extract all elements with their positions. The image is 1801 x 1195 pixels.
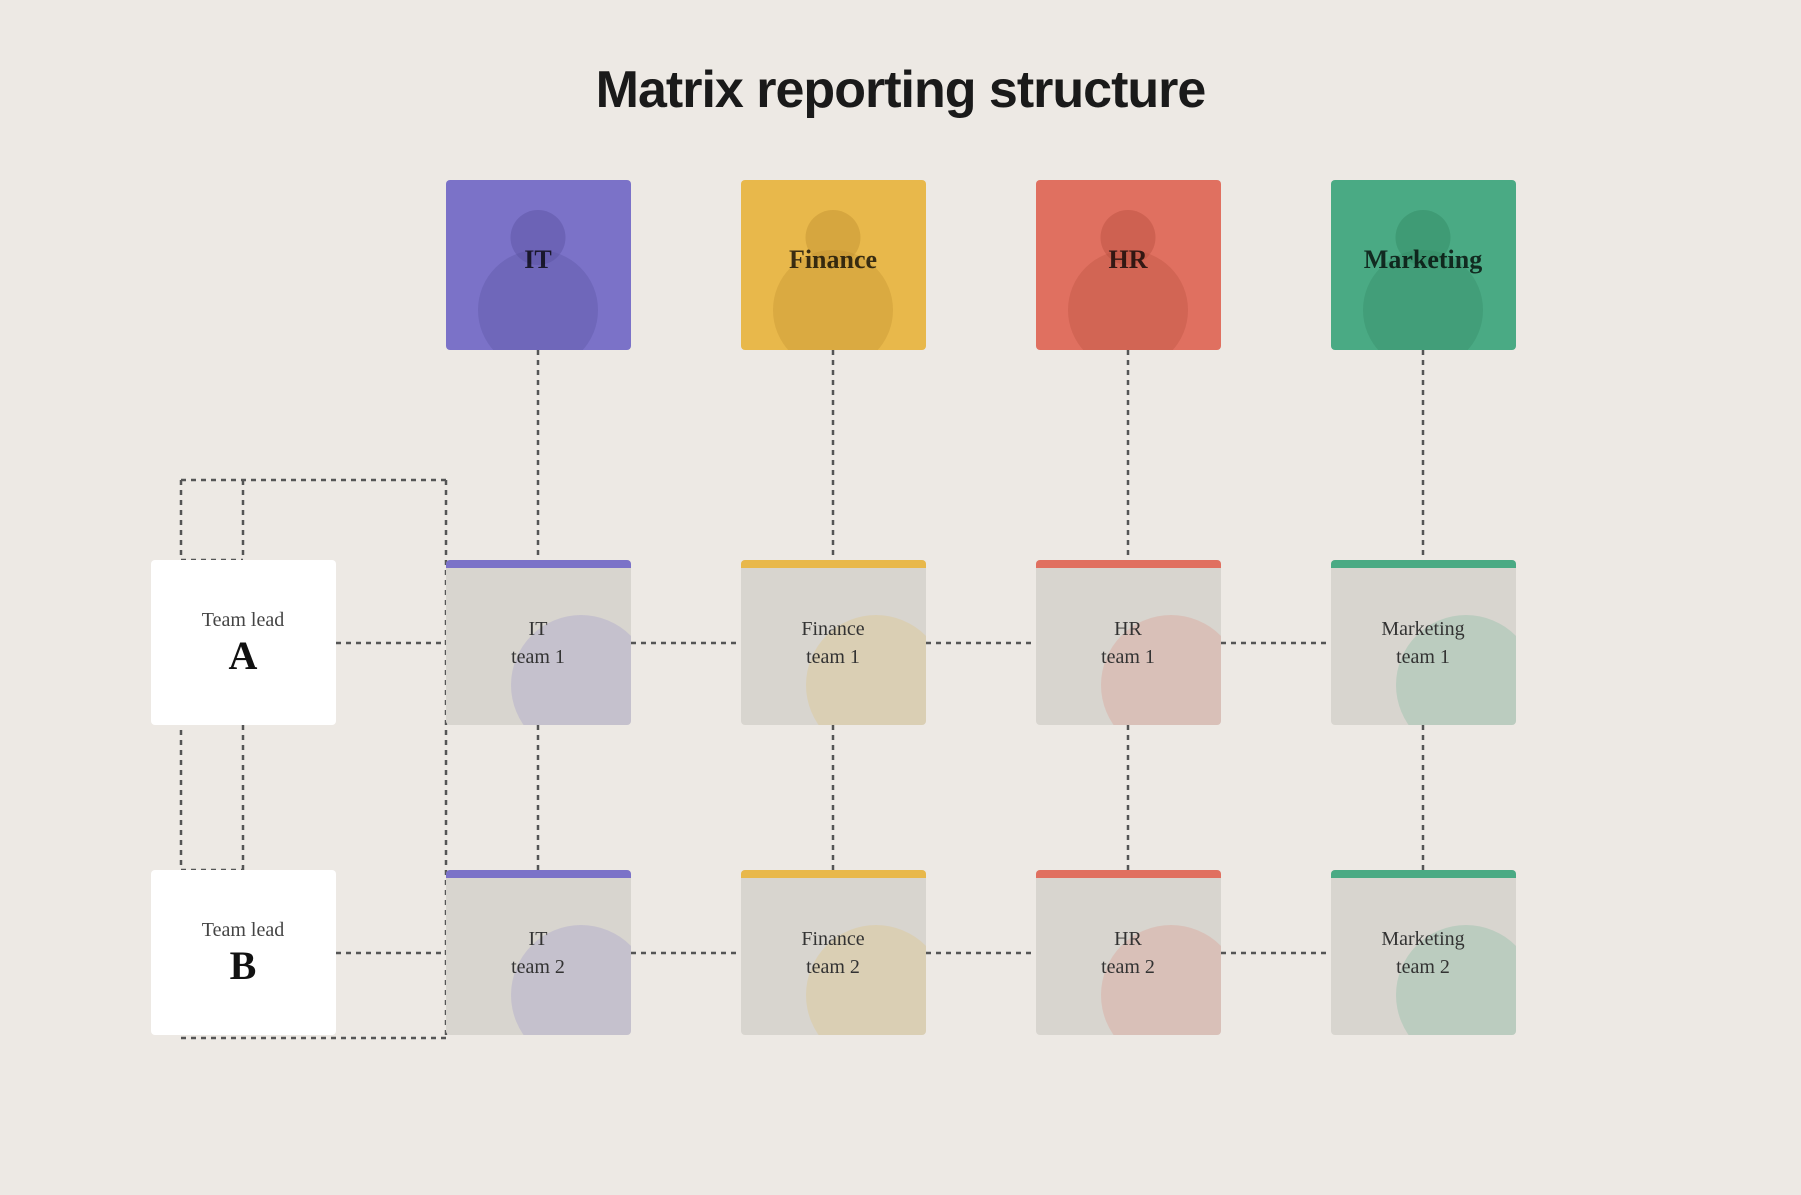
dept-card-hr: HR: [1036, 180, 1221, 350]
team-finance-2: Finance team 2: [741, 870, 926, 1035]
dept-card-it: IT: [446, 180, 631, 350]
team-hr-1: HR team 1: [1036, 560, 1221, 725]
team-finance-1: Finance team 1: [741, 560, 926, 725]
team-marketing-2: Marketing team 2: [1331, 870, 1516, 1035]
page-title: Matrix reporting structure: [596, 60, 1206, 120]
team-hr-2: HR team 2: [1036, 870, 1221, 1035]
dept-card-marketing: Marketing: [1331, 180, 1516, 350]
team-marketing-1: Marketing team 1: [1331, 560, 1516, 725]
team-it-2: IT team 2: [446, 870, 631, 1035]
team-lead-b: Team lead B: [151, 870, 336, 1035]
team-lead-a: Team lead A: [151, 560, 336, 725]
team-it-1: IT team 1: [446, 560, 631, 725]
diagram: IT Finance HR Marketing Team lead A Team…: [151, 180, 1651, 1100]
dept-card-finance: Finance: [741, 180, 926, 350]
